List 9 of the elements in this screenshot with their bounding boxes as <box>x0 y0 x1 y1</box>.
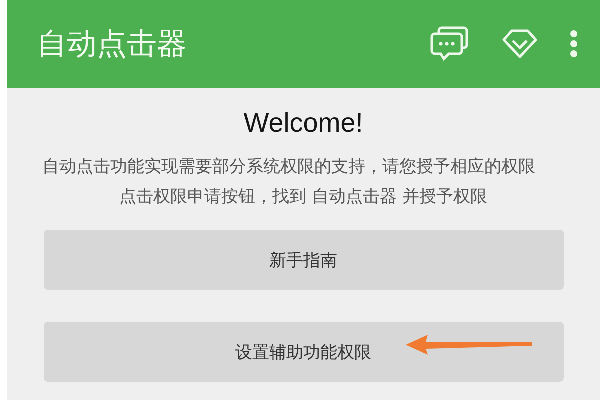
welcome-heading: Welcome! <box>244 108 364 139</box>
description-text: 自动点击功能实现需要部分系统权限的支持，请您授予相应的权限 <box>42 157 536 177</box>
app-title: 自动点击器 <box>37 26 187 64</box>
diamond-icon[interactable] <box>502 28 538 60</box>
chat-icon[interactable] <box>430 26 470 62</box>
action-button[interactable]: 设置辅助功能权限 <box>44 322 564 382</box>
instruction-text: 点击权限申请按钮，找到 自动点击器 并授予权限 <box>120 186 488 208</box>
more-icon[interactable] <box>570 30 578 58</box>
action-button[interactable]: 新手指南 <box>44 230 564 290</box>
